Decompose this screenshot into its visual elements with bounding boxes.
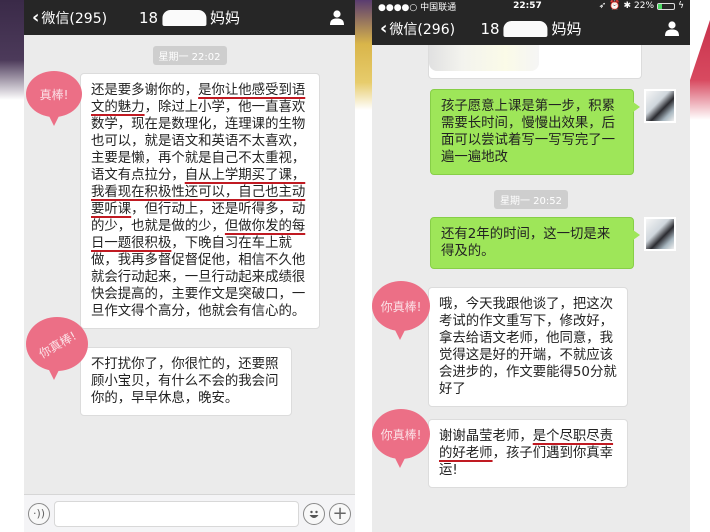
chat-area: 星期一 22:02 真棒! 还是要多谢你的，是你让他感受到语文的魅力，除过上小学… bbox=[24, 35, 355, 432]
message-outgoing: 孩子愿意上课是第一步，积累需要长时间，慢慢出效果，后面可以尝试着写一写写完了一遍… bbox=[380, 89, 682, 175]
message-incoming: 真棒! 还是要多谢你的，是你让他感受到语文的魅力，除过上小学，他一直喜欢数学，现… bbox=[26, 71, 347, 329]
battery-icon bbox=[657, 2, 676, 10]
battery-level bbox=[658, 3, 662, 9]
redaction-mask bbox=[503, 20, 548, 37]
input-bar: ·)) + bbox=[24, 494, 355, 532]
message-text: 谢谢晶莹老师， bbox=[439, 429, 533, 444]
smiley-face-icon bbox=[309, 510, 319, 518]
background-decoration-middle bbox=[355, 0, 373, 110]
charging-icon: ϟ bbox=[678, 1, 684, 11]
chat-area: 孩子愿意上课是第一步，积累需要长时间，慢慢出效果，后面可以尝试着写一写写完了一遍… bbox=[372, 45, 690, 504]
title-prefix: 18 bbox=[480, 19, 500, 38]
message-bubble[interactable]: 还是要多谢你的，是你让他感受到语文的魅力，除过上小学，他一直喜欢数学，现在是数理… bbox=[80, 73, 320, 329]
background-decoration-left bbox=[0, 0, 26, 100]
timestamp: 星期一 22:02 bbox=[32, 45, 347, 65]
contact-profile-icon[interactable] bbox=[664, 20, 680, 36]
message-bubble[interactable]: 还有2年的时间，这一切是来得及的。 bbox=[430, 217, 640, 269]
contact-profile-icon[interactable] bbox=[329, 9, 345, 25]
clock: 22:57 bbox=[513, 1, 542, 11]
bluetooth-icon: ✱ bbox=[623, 1, 632, 11]
title-suffix: 妈妈 bbox=[551, 20, 582, 38]
message-incoming: 你真棒! 谢谢晶莹老师，是个尽职尽责的好老师，孩子们遇到你真幸运! bbox=[372, 409, 682, 488]
chat-title: 18 妈妈 bbox=[480, 18, 581, 39]
chevron-left-icon: ‹ bbox=[380, 17, 388, 39]
praise-sticker: 你真棒! bbox=[372, 409, 430, 468]
background-decoration-right bbox=[690, 20, 710, 120]
avatar[interactable] bbox=[644, 89, 676, 123]
message-text: 哦，今天我跟他谈了，把这次考试的作文重写下，修改好，拿去给语文老师，他同意，我觉… bbox=[439, 297, 617, 397]
alarm-icon: ⏰ bbox=[609, 1, 621, 11]
chevron-left-icon: ‹ bbox=[32, 6, 40, 28]
avatar[interactable] bbox=[644, 217, 676, 251]
battery-percent: 22% bbox=[634, 1, 655, 11]
chat-screenshot-right: ●●●●○ 中国联通 22:57 ➶ ⏰ ✱ 22% ϟ ‹ 微信(296) 1… bbox=[372, 0, 690, 532]
status-bar: ●●●●○ 中国联通 22:57 ➶ ⏰ ✱ 22% ϟ bbox=[372, 0, 690, 13]
message-bubble[interactable]: 孩子愿意上课是第一步，积累需要长时间，慢慢出效果，后面可以尝试着写一写写完了一遍… bbox=[430, 89, 640, 175]
screenshot-collage: ‹ 微信(295) 18 妈妈 星期一 22:02 真棒! 还是要多谢你的，是你… bbox=[0, 0, 710, 532]
back-label: 微信(296) bbox=[389, 21, 456, 38]
praise-sticker: 真棒! bbox=[26, 71, 82, 126]
timestamp: 星期一 20:52 bbox=[380, 189, 682, 209]
voice-icon[interactable]: ·)) bbox=[28, 502, 50, 525]
message-incoming: 你真棒! 哦，今天我跟他谈了，把这次考试的作文重写下，修改好，拿去给语文老师，他… bbox=[372, 281, 682, 407]
praise-sticker: 你真棒! bbox=[372, 281, 430, 340]
previous-message-partial bbox=[428, 45, 642, 79]
message-bubble[interactable]: 谢谢晶莹老师，是个尽职尽责的好老师，孩子们遇到你真幸运! bbox=[428, 419, 628, 488]
chat-title: 18 妈妈 bbox=[139, 7, 240, 28]
chat-screenshot-left: ‹ 微信(295) 18 妈妈 星期一 22:02 真棒! 还是要多谢你的，是你… bbox=[24, 0, 355, 532]
message-input[interactable] bbox=[54, 500, 299, 527]
status-icons: ➶ ⏰ ✱ 22% ϟ bbox=[599, 1, 684, 11]
title-prefix: 18 bbox=[138, 8, 159, 27]
message-outgoing: 还有2年的时间，这一切是来得及的。 bbox=[380, 217, 682, 269]
praise-sticker: 你真棒! bbox=[26, 317, 88, 380]
plus-icon[interactable]: + bbox=[329, 502, 351, 525]
image-thumbnail bbox=[429, 45, 539, 71]
nav-bar: ‹ 微信(296) 18 妈妈 bbox=[372, 12, 690, 45]
message-bubble[interactable]: 哦，今天我跟他谈了，把这次考试的作文重写下，修改好，拿去给语文老师，他同意，我觉… bbox=[428, 287, 628, 407]
back-label: 微信(295) bbox=[41, 10, 108, 27]
nav-bar: ‹ 微信(295) 18 妈妈 bbox=[24, 0, 355, 35]
location-icon: ➶ bbox=[598, 1, 607, 11]
message-incoming: 你真棒! 不打扰你了，你很忙的，还要照顾小宝贝，有什么不会的我会问你的，早早休息… bbox=[26, 317, 347, 416]
redaction-mask bbox=[162, 9, 207, 26]
title-suffix: 妈妈 bbox=[210, 9, 241, 27]
carrier-label: ●●●●○ 中国联通 bbox=[378, 2, 457, 13]
message-text: 不打扰你了，你很忙的，还要照顾小宝贝，有什么不会的我会问你的，早早休息，晚安。 bbox=[91, 357, 279, 406]
message-bubble[interactable]: 不打扰你了，你很忙的，还要照顾小宝贝，有什么不会的我会问你的，早早休息，晚安。 bbox=[80, 347, 292, 416]
back-button[interactable]: ‹ 微信(296) bbox=[372, 19, 455, 39]
message-text: 还是要多谢你的， bbox=[91, 83, 199, 98]
back-button[interactable]: ‹ 微信(295) bbox=[24, 8, 107, 28]
emoji-icon[interactable] bbox=[303, 502, 325, 525]
